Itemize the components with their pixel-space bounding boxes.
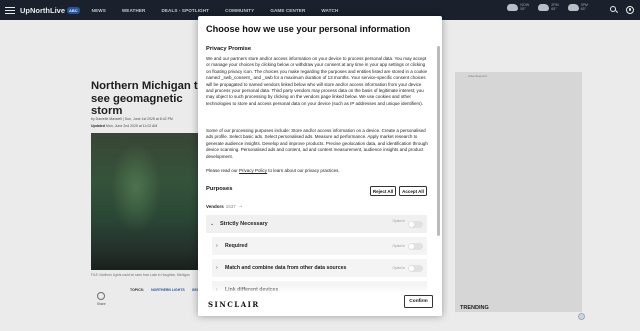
privacy-heading: Privacy Promise xyxy=(206,46,252,52)
purpose-label: Match and combine data from other data s… xyxy=(225,265,347,271)
policy-text-after: to learn about our privacy practices. xyxy=(267,168,340,173)
purpose-status: Opted in xyxy=(392,219,405,223)
dialog-footer: SINCLAIR Confirm xyxy=(198,292,442,316)
purpose-row-required[interactable]: › Required Opted in xyxy=(212,237,427,255)
arrow-right-icon: → xyxy=(237,203,243,209)
consent-toggle[interactable] xyxy=(408,265,423,272)
vendors-link[interactable]: Vendors 1537 → xyxy=(206,203,243,209)
purpose-row-match-data[interactable]: › Match and combine data from other data… xyxy=(212,259,427,277)
dialog-scroll-area[interactable]: Privacy Promise We and our partners stor… xyxy=(198,44,442,304)
purpose-row-strictly-necessary[interactable]: ⌄ Strictly Necessary Opted in xyxy=(206,215,427,233)
dialog-scrollbar[interactable] xyxy=(437,46,440,236)
purpose-status: Opted in xyxy=(392,244,405,248)
policy-text-before: Please read our xyxy=(206,168,240,173)
purpose-status: Opted in xyxy=(392,266,405,270)
sinclair-logo: SINCLAIR xyxy=(208,300,260,309)
chevron-right-icon: › xyxy=(216,265,218,271)
privacy-paragraph: We and our partners store and/or access … xyxy=(206,56,428,106)
confirm-button[interactable]: Confirm xyxy=(404,295,433,308)
vendors-label: Vendors xyxy=(206,203,224,209)
purposes-paragraph: Some of our processing purposes include:… xyxy=(206,128,428,159)
chevron-right-icon: › xyxy=(216,243,218,249)
purpose-label: Required xyxy=(225,243,248,249)
consent-toggle[interactable] xyxy=(408,243,423,250)
accept-all-button[interactable]: Accept All xyxy=(399,186,427,196)
reject-all-button[interactable]: Reject All xyxy=(370,186,396,196)
dialog-title: Choose how we use your personal informat… xyxy=(206,24,411,34)
privacy-policy-link[interactable]: Privacy Policy xyxy=(239,168,267,173)
purpose-label: Strictly Necessary xyxy=(220,221,268,227)
purposes-heading: Purposes xyxy=(206,186,233,192)
chevron-down-icon: ⌄ xyxy=(210,221,215,227)
consent-dialog: Choose how we use your personal informat… xyxy=(198,16,442,316)
policy-paragraph: Please read our Privacy Policy to learn … xyxy=(206,168,428,174)
consent-toggle[interactable] xyxy=(408,221,423,228)
vendors-count: 1537 xyxy=(225,203,236,209)
